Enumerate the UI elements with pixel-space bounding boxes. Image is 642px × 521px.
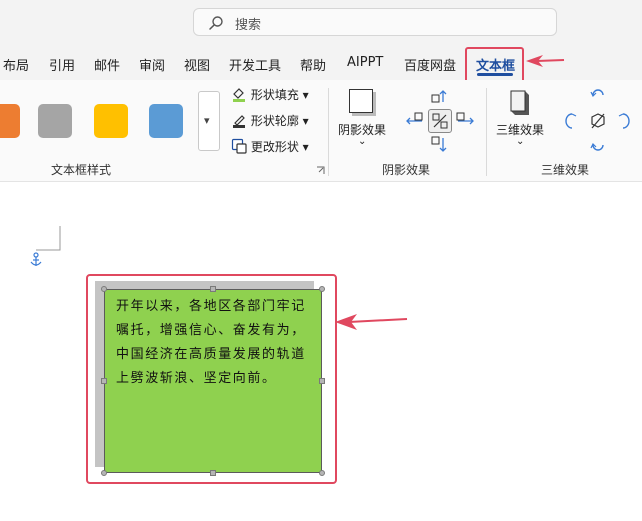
shadow-effect-dropdown-icon[interactable]: ⌄ [358, 136, 366, 147]
tab-view[interactable]: 视图 [184, 55, 210, 74]
tab-baidu-netdisk[interactable]: 百度网盘 [404, 55, 456, 74]
shadow-toggle-icon [432, 113, 448, 129]
style-gallery-more-button[interactable]: ▾ [198, 91, 220, 151]
tilt-down-icon[interactable] [590, 138, 606, 154]
dialog-launcher-icon[interactable] [316, 166, 325, 175]
nudge-shadow-down-icon[interactable] [431, 136, 449, 154]
style-swatch-gold[interactable] [94, 104, 128, 138]
group-separator [328, 88, 329, 176]
tab-references[interactable]: 引用 [49, 55, 75, 74]
tilt-up-icon[interactable] [590, 86, 606, 102]
change-shape-label: 更改形状 [250, 140, 299, 154]
group-label-textbox-styles: 文本框样式 [51, 163, 112, 177]
3d-effect-dropdown-icon[interactable]: ⌄ [516, 136, 524, 147]
change-shape-icon [231, 138, 247, 154]
textbox-highlight-box [86, 274, 337, 484]
nudge-shadow-up-icon[interactable] [431, 88, 449, 104]
tab-layout[interactable]: 布局 [3, 55, 29, 74]
title-bar: 搜索 [0, 0, 642, 44]
group-separator [486, 88, 487, 176]
shape-fill-button[interactable]: 形状填充 ▾ [231, 86, 309, 103]
textbox-arrow-annotation [335, 314, 408, 330]
nudge-shadow-right-icon[interactable] [456, 112, 476, 130]
margin-corner-mark [36, 226, 61, 251]
search-icon [208, 15, 224, 35]
pen-outline-icon [233, 115, 245, 128]
tab-arrow-annotation [526, 55, 565, 67]
shape-outline-label: 形状轮廓 [250, 114, 299, 128]
group-label-3d: 三维效果 [541, 163, 590, 177]
ribbon-panel: ▾ 形状填充 ▾ 形状轮廓 ▾ 更改形状 ▾ 文本框样式 阴影效果 ⌄ 阴影效果… [0, 80, 642, 182]
3d-toggle-icon[interactable] [589, 112, 607, 130]
style-swatch-orange[interactable] [0, 104, 20, 138]
style-swatch-gray[interactable] [38, 104, 72, 138]
tab-mailings[interactable]: 邮件 [94, 55, 120, 74]
tab-developer[interactable]: 开发工具 [229, 55, 281, 74]
paint-bucket-icon [233, 88, 245, 102]
shadow-toggle-button[interactable] [428, 109, 452, 133]
group-label-shadow: 阴影效果 [382, 163, 431, 177]
tab-help[interactable]: 帮助 [300, 55, 326, 74]
3d-effect-icon [510, 90, 529, 115]
search-placeholder: 搜索 [235, 18, 262, 33]
shape-outline-button[interactable]: 形状轮廓 ▾ [231, 112, 309, 129]
style-swatch-blue[interactable] [149, 104, 183, 138]
shape-fill-label: 形状填充 [250, 88, 299, 102]
tab-aippt[interactable]: AIPPT [347, 55, 383, 70]
change-shape-button[interactable]: 更改形状 ▾ [231, 138, 309, 155]
shadow-effect-icon [349, 89, 373, 113]
search-box[interactable]: 搜索 [193, 8, 557, 36]
tilt-right-icon[interactable] [615, 112, 631, 130]
anchor-icon[interactable] [29, 252, 43, 268]
tab-review[interactable]: 审阅 [139, 55, 165, 74]
nudge-shadow-left-icon[interactable] [404, 112, 424, 130]
tilt-left-icon[interactable] [564, 112, 580, 130]
